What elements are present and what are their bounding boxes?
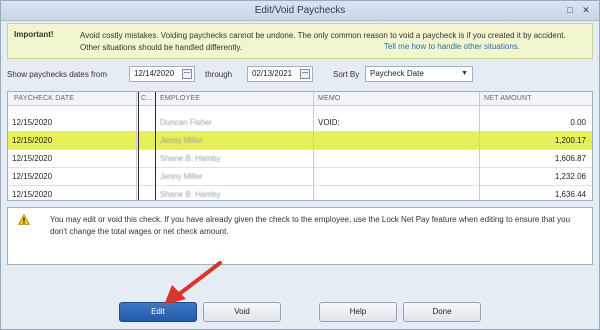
cell-amount: 1,606.87 [554,154,586,163]
paychecks-table: PAYCHECK DATE C... EMPLOYEE MEMO NET AMO… [7,91,593,201]
pointer-arrow-icon [164,261,222,305]
header-check[interactable]: C... [141,95,153,102]
cell-amount: 1,200.17 [554,136,586,145]
table-row[interactable]: 12/15/2020 Duncan Fisher VOID: 0.00 [8,114,592,132]
through-label: through [205,70,233,79]
notice-box: You may edit or void this check. If you … [7,207,593,265]
important-banner: Important! Avoid costly mistakes. Voidin… [7,23,593,59]
from-date-value: 12/14/2020 [134,69,175,78]
cell-amount: 1,232.06 [554,172,586,181]
cell-employee: Jenny Miller [160,172,203,181]
cell-date: 12/15/2020 [12,172,53,181]
header-paycheck-date[interactable]: PAYCHECK DATE [14,95,74,102]
window-title: Edit/Void Paychecks [254,5,346,16]
cell-date: 12/15/2020 [12,118,53,127]
cell-employee: Duncan Fisher [160,118,213,127]
column-divider [479,92,480,200]
cell-employee: Jenny Miller [160,136,203,145]
to-date-field[interactable]: 02/13/2021 [247,66,313,82]
cell-employee: Shane B. Hamby [160,190,221,199]
notice-text: You may edit or void this check. If you … [50,215,571,236]
cell-memo: VOID: [318,118,340,127]
table-row[interactable]: 12/15/2020 Shane B. Hamby 1,636.44 [8,186,592,204]
maximize-icon[interactable]: □ [563,4,577,17]
header-memo[interactable]: MEMO [318,95,341,102]
sort-by-value: Paycheck Date [370,69,424,78]
chevron-down-icon: ▼ [461,70,468,77]
sort-by-dropdown[interactable]: Paycheck Date ▼ [365,66,473,82]
show-dates-label: Show paychecks dates from [7,70,108,79]
cell-date: 12/15/2020 [12,154,53,163]
table-header: PAYCHECK DATE C... EMPLOYEE MEMO NET AMO… [8,92,592,106]
help-button[interactable]: Help [319,302,397,322]
column-divider [136,92,137,200]
sort-by-label: Sort By [333,70,360,79]
header-employee[interactable]: EMPLOYEE [160,95,200,102]
from-date-field[interactable]: 12/14/2020 [129,66,195,82]
warning-icon [18,214,30,225]
calendar-icon[interactable] [300,69,310,79]
title-bar: Edit/Void Paychecks □ ✕ [1,1,599,21]
calendar-icon[interactable] [182,69,192,79]
close-icon[interactable]: ✕ [579,4,593,17]
cell-date: 12/15/2020 [12,190,53,199]
column-divider [138,92,139,200]
column-divider [313,92,314,200]
cell-date: 12/15/2020 [12,136,53,145]
cell-amount: 0.00 [570,118,586,127]
to-date-value: 02/13/2021 [252,69,293,78]
table-row[interactable]: 12/15/2020 Shane B. Hamby 1,606.87 [8,150,592,168]
cell-employee: Shane B. Hamby [160,154,221,163]
handle-other-situations-link[interactable]: Tell me how to handle other situations. [384,42,520,51]
table-row-selected[interactable]: 12/15/2020 Jenny Miller 1,200.17 [8,132,592,150]
table-row[interactable]: 12/15/2020 Jenny Miller 1,232.06 [8,168,592,186]
filter-bar: Show paychecks dates from 12/14/2020 thr… [7,66,593,84]
header-net-amount[interactable]: NET AMOUNT [484,95,532,102]
cell-amount: 1,636.44 [554,190,586,199]
banner-label: Important! [14,30,54,39]
edit-void-paychecks-window: Edit/Void Paychecks □ ✕ Important! Avoid… [0,0,600,330]
done-button[interactable]: Done [403,302,481,322]
column-divider [155,92,156,200]
